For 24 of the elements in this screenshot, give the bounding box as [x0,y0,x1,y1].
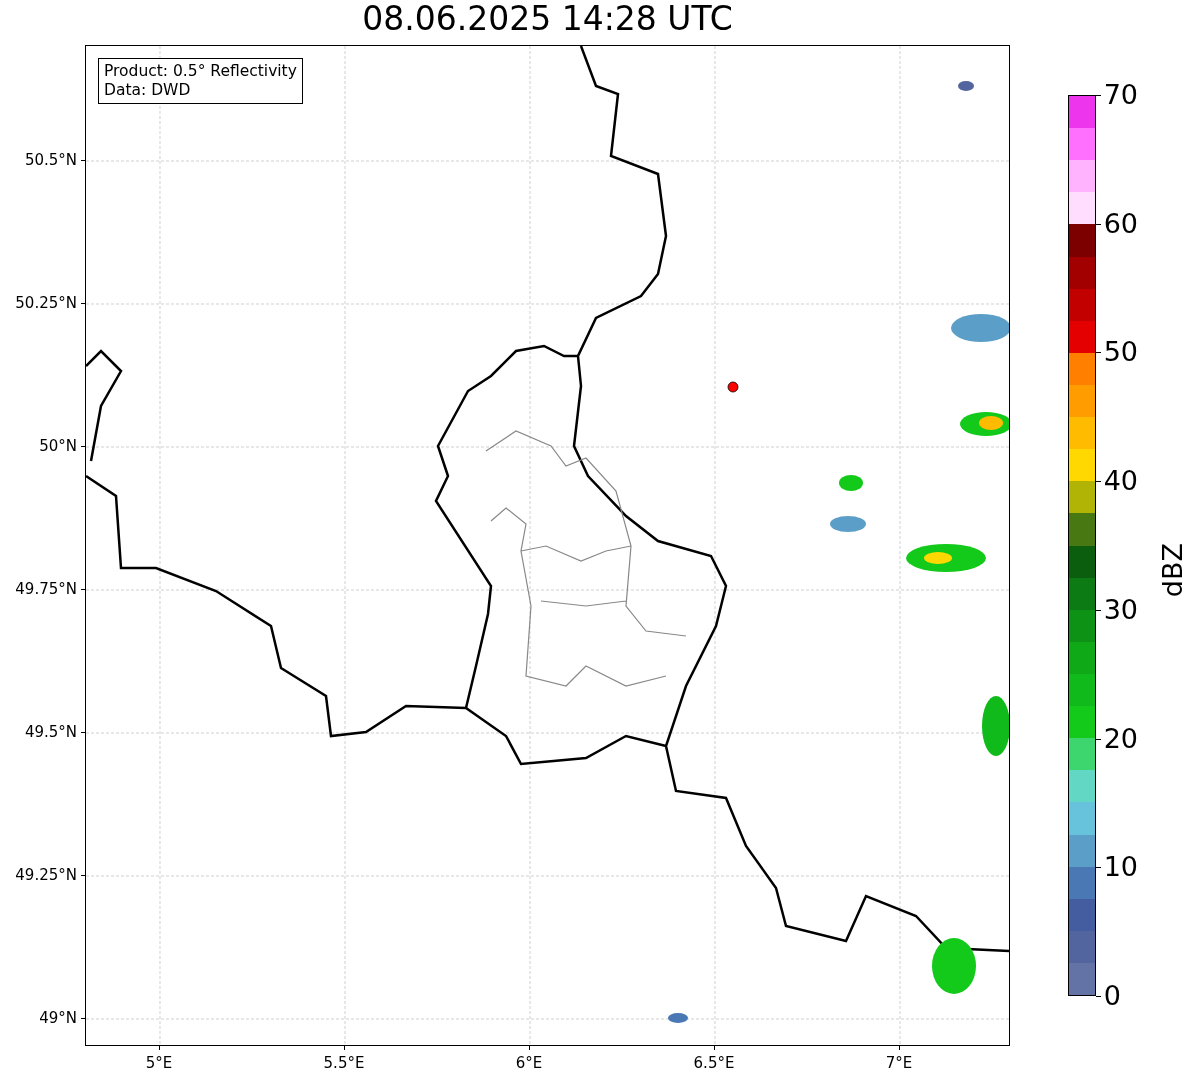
latitude-label: 49.5°N [24,723,77,741]
latitude-label: 50.25°N [15,294,77,312]
longitude-label: 7°E [885,1054,913,1072]
latitude-label: 49.25°N [15,866,77,884]
longitude-label: 5°E [145,1054,173,1072]
latitude-label: 50.5°N [24,151,77,169]
info-text: Data: DWD [104,81,192,100]
scale-tick-label: 70 [1103,80,1139,110]
latitude-label: 49.75°N [15,580,77,598]
scale-label: dBZ [1157,543,1188,598]
latitude-label: 49°N [39,1009,77,1027]
scale-tick-label: 30 [1103,594,1139,625]
info-text: Product: 0.5° Reflectivity [104,62,297,81]
scale-tick-label: 10 [1103,852,1139,883]
scale-tick-label: 20 [1103,723,1139,754]
scale-tick-label: 60 [1103,208,1139,239]
longitude-label: 6°E [515,1054,543,1072]
scale-tick-label: 50 [1103,337,1139,368]
scale-tick-label: 40 [1103,466,1139,497]
longitude-label: 6.5°E [693,1054,735,1072]
scale-tick-label: 0 [1103,981,1121,1011]
latitude-label: 50°N [39,437,77,455]
chart-title: 08.06.2025 14:28 UTC [361,0,734,40]
longitude-label: 5.5°E [323,1054,365,1072]
